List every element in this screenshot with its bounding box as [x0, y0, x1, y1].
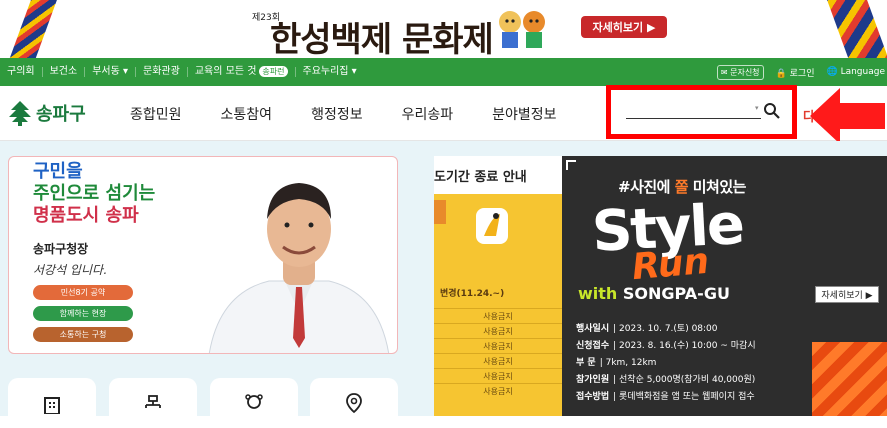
- tagline-highlight: 쫄: [674, 178, 689, 196]
- gnb-link-tourism[interactable]: 문화관광: [136, 67, 188, 77]
- info-label: 접수방법: [576, 392, 610, 402]
- location-pin-icon: [346, 393, 362, 414]
- with-label: with: [578, 284, 618, 303]
- mascot-icon: [499, 11, 545, 48]
- notice-banner[interactable]: 도기간 종료 안내 변경(11.24.~) 사용금지 사용금지 사용금지 사용금…: [434, 156, 562, 416]
- search-box-highlight[interactable]: ▾: [606, 85, 797, 139]
- notice-change-label: 변경(11.24.~): [440, 289, 505, 299]
- notice-row: 사용금지: [434, 308, 562, 323]
- info-label: 부 문: [576, 358, 596, 368]
- search-dropdown-icon[interactable]: ▾: [755, 104, 759, 112]
- sms-request-link[interactable]: ✉ 문자신청: [716, 64, 764, 80]
- global-nav-bar: 구의회 보건소 부서동 ▾ 문화관광 교육의 모든 것 송파런 주요누리집 ▾ ✉…: [0, 58, 887, 86]
- menu-our-songpa[interactable]: 우리송파: [402, 104, 454, 124]
- info-row: 부 문 | 7km, 12km: [576, 355, 756, 372]
- logo-text: 송파구: [36, 104, 86, 125]
- gnb-links: 구의회 보건소 부서동 ▾ 문화관광 교육의 모든 것 송파런 주요누리집 ▾: [0, 58, 364, 86]
- gnb-link-council[interactable]: 구의회: [0, 67, 43, 77]
- info-label: 신청접수: [576, 341, 610, 351]
- style-run-subtitle: Run: [630, 240, 711, 289]
- globe-icon: 🌐: [826, 67, 838, 77]
- with-brand: SONGPA-GU: [622, 284, 730, 303]
- info-value: | 선착순 5,000명(참가비 40,000원): [613, 375, 756, 385]
- pledge-button[interactable]: 민선8기 공약: [33, 285, 133, 300]
- banner-title: 한성백제 문화제: [270, 20, 494, 58]
- notice-row: 사용금지: [434, 323, 562, 338]
- main-menu: 종합민원 소통참여 행정정보 우리송파 분야별정보: [130, 86, 596, 141]
- notice-row: 사용금지: [434, 368, 562, 383]
- info-row: 참가인원 | 선착순 5,000명(참가비 40,000원): [576, 372, 756, 389]
- people-search-icon: [245, 394, 263, 409]
- menu-participation[interactable]: 소통참여: [221, 104, 273, 124]
- notice-heading: 도기간 종료 안내: [434, 156, 562, 194]
- login-link[interactable]: 🔒 로그인: [776, 66, 815, 79]
- info-label: 행사일시: [576, 324, 610, 334]
- info-label: 참가인원: [576, 375, 610, 385]
- mayor-headline: 구민을 주인으로 섬기는 명품도시 송파: [33, 161, 155, 227]
- quick-menu-3[interactable]: [210, 378, 298, 428]
- notice-row: 사용금지: [434, 353, 562, 368]
- menu-fields[interactable]: 분야별정보: [492, 104, 556, 124]
- communication-button[interactable]: 소통하는 구청: [33, 327, 133, 342]
- mayor-headline-3: 명품도시 송파: [33, 205, 139, 226]
- site-header: 송파구 종합민원 소통참여 행정정보 우리송파 분야별정보 ▾ 다시: [0, 85, 887, 144]
- gnb-utility: ✉ 문자신청 🔒 로그인 🌐 Language: [716, 58, 887, 86]
- notice-row: 사용금지: [434, 383, 562, 398]
- style-run-banner[interactable]: #사진에 쫄 미쳐있는 Style Run with SONGPA-GU 자세히…: [562, 156, 887, 416]
- info-row: 접수방법 | 롯데백화점을 앱 또는 웹페이지 접수: [576, 389, 756, 406]
- site-logo[interactable]: 송파구: [8, 100, 86, 126]
- mayor-portrait: [208, 183, 390, 353]
- quick-menu-2[interactable]: [109, 378, 197, 428]
- mayor-signature: 서강석 입니다.: [33, 263, 107, 277]
- gnb-link-dept[interactable]: 부서동 ▾: [85, 67, 137, 77]
- mayor-headline-2: 주인으로 섬기는: [33, 183, 156, 204]
- red-arrow-annotation-icon: [810, 88, 885, 144]
- language-label: Language: [840, 67, 885, 77]
- banner-detail-button[interactable]: 자세히보기 ▶: [581, 16, 667, 38]
- info-value: | 2023. 10. 7.(토) 08:00: [613, 324, 718, 334]
- tagline-pre: #사진에: [618, 178, 675, 196]
- banner-stripe-right: [823, 0, 887, 58]
- building-icon: [44, 397, 60, 414]
- orange-stripe-decoration: [812, 342, 887, 416]
- style-run-info: 행사일시 | 2023. 10. 7.(토) 08:00 신청접수 | 2023. …: [576, 321, 756, 406]
- notice-orange-tab: [434, 200, 446, 224]
- gnb-tag-badge: 송파런: [259, 66, 288, 77]
- search-icon[interactable]: [763, 102, 781, 120]
- corner-bracket-icon: [566, 160, 576, 170]
- menu-admin[interactable]: 행정정보: [311, 104, 363, 124]
- mascot-face-icon: [476, 208, 508, 244]
- sms-label: 문자신청: [730, 67, 760, 77]
- style-run-detail-button[interactable]: 자세히보기 ▶: [815, 286, 879, 303]
- field-button[interactable]: 함께하는 현장: [33, 306, 133, 321]
- notice-row: 사용금지: [434, 338, 562, 353]
- mayor-card[interactable]: 구민을 주인으로 섬기는 명품도시 송파 송파구청장 서강석 입니다. 민선8기…: [8, 156, 398, 354]
- info-value: | 7km, 12km: [599, 358, 657, 368]
- info-value: | 롯데백화점을 앱 또는 웹페이지 접수: [613, 392, 755, 402]
- top-banner[interactable]: 제23회 한성백제 문화제 자세히보기 ▶: [0, 0, 887, 58]
- info-value: | 2023. 8. 16.(수) 10:00 ~ 마감시: [613, 341, 756, 351]
- gnb-link-education-label: 교육의 모든 것: [194, 66, 257, 77]
- search-input[interactable]: [626, 118, 761, 119]
- tree-logo-icon: [9, 101, 31, 126]
- notice-list: 사용금지 사용금지 사용금지 사용금지 사용금지 사용금지: [434, 308, 562, 398]
- login-label: 로그인: [789, 68, 815, 79]
- info-row: 행사일시 | 2023. 10. 7.(토) 08:00: [576, 321, 756, 338]
- style-run-with: with SONGPA-GU: [578, 284, 730, 303]
- quick-menu-4[interactable]: [310, 378, 398, 428]
- lock-icon: 🔒: [775, 68, 787, 79]
- org-chart-icon: [145, 395, 161, 408]
- gnb-link-health[interactable]: 보건소: [43, 67, 86, 77]
- quick-menu-1[interactable]: [8, 378, 96, 428]
- banner-stripe-left: [5, 0, 61, 58]
- mayor-headline-1: 구민을: [33, 161, 83, 182]
- gnb-link-sites[interactable]: 주요누리집 ▾: [296, 67, 364, 77]
- menu-civil[interactable]: 종합민원: [130, 104, 182, 124]
- language-link[interactable]: 🌐 Language: [826, 67, 887, 77]
- mayor-title: 송파구청장: [33, 242, 89, 256]
- gnb-link-education[interactable]: 교육의 모든 것 송파런: [188, 66, 296, 77]
- info-row: 신청접수 | 2023. 8. 16.(수) 10:00 ~ 마감시: [576, 338, 756, 355]
